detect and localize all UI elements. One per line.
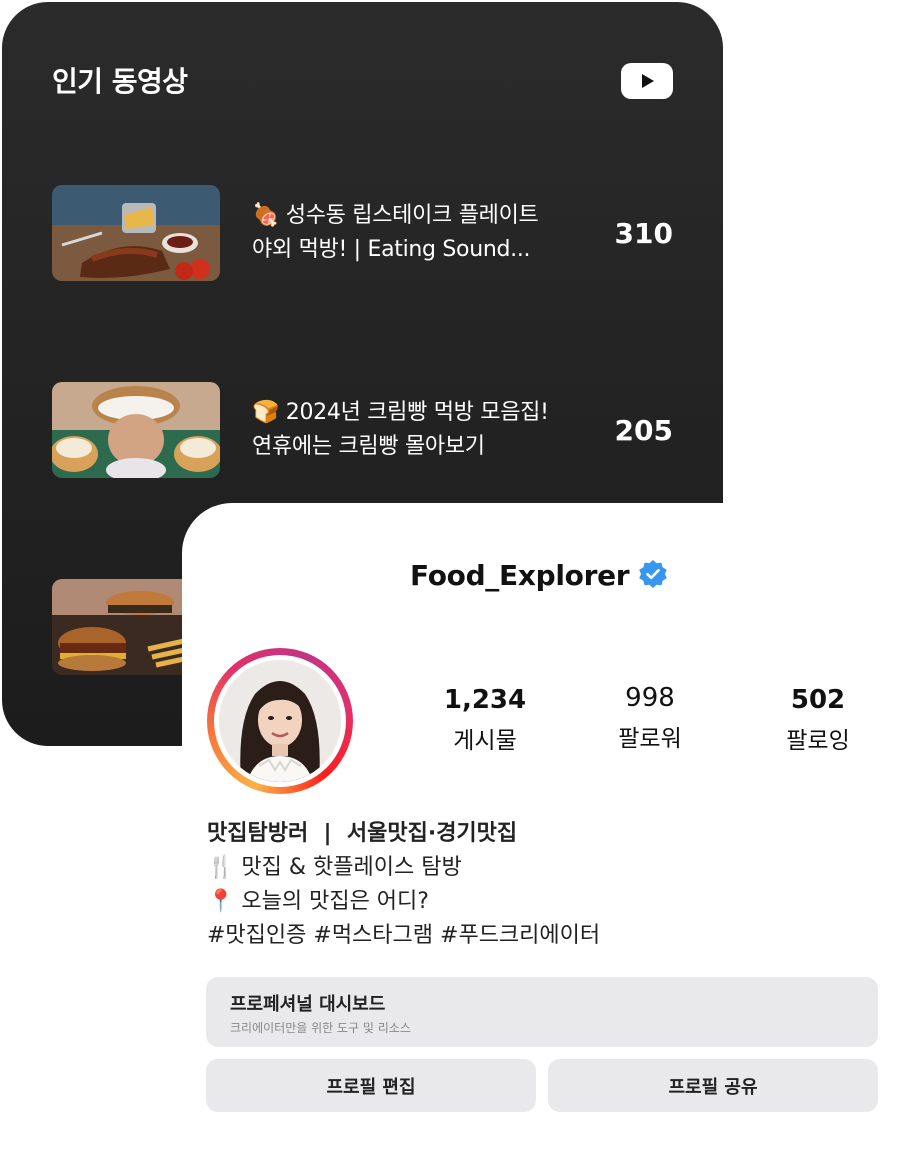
stat-posts[interactable]: 1,234 게시물 <box>410 685 560 755</box>
youtube-icon[interactable] <box>621 63 673 99</box>
dashboard-subtitle: 크리에이터만을 위한 도구 및 리소스 <box>230 1021 411 1035</box>
profile-bio: 맛집탐방러 | 서울맛집·경기맛집 🍴 맛집 & 핫플레이스 탐방 📍 오늘의 … <box>207 817 867 953</box>
stat-posts-label: 게시물 <box>453 728 517 754</box>
bio-headline: 맛집탐방러 | 서울맛집·경기맛집 <box>207 821 518 846</box>
profile-card: Food_Explorer 1,234 게시물 998 팔로워 502 팔로잉 … <box>182 503 901 1159</box>
video-item[interactable]: 🍞 2024년 크림빵 먹방 모음집! 연휴에는 크림빵 몰아보기 205 <box>2 382 723 478</box>
video-count: 310 <box>614 217 673 250</box>
stat-following[interactable]: 502 팔로잉 <box>743 685 893 755</box>
avatar[interactable] <box>219 660 341 782</box>
stat-followers[interactable]: 998 팔로워 <box>575 683 725 753</box>
professional-dashboard-button[interactable]: 프로페셔널 대시보드 크리에이터만을 위한 도구 및 리소스 <box>206 977 878 1047</box>
video-count: 205 <box>614 414 673 447</box>
share-profile-button[interactable]: 프로필 공유 <box>548 1059 878 1112</box>
stat-followers-label: 팔로워 <box>618 726 682 752</box>
avatar-story-ring[interactable] <box>207 648 353 794</box>
stat-following-value: 502 <box>790 685 846 715</box>
profile-username: Food_Explorer <box>410 559 630 592</box>
stat-followers-value: 998 <box>625 683 675 713</box>
video-title[interactable]: 🍞 2024년 크림빵 먹방 모음집! 연휴에는 크림빵 몰아보기 <box>252 396 592 464</box>
verified-badge-icon <box>639 560 667 588</box>
popular-videos-title: 인기 동영상 <box>52 65 188 98</box>
stat-posts-value: 1,234 <box>443 685 527 715</box>
video-thumbnail-ribs[interactable] <box>52 185 220 281</box>
video-title[interactable]: 🍖 성수동 립스테이크 플레이트 야외 먹방! | Eating Sound..… <box>252 199 592 267</box>
stat-following-label: 팔로잉 <box>786 728 850 754</box>
bio-hashtags[interactable]: #맛집인증 #먹스타그램 #푸드크리에이터 <box>207 919 867 953</box>
video-thumbnail-cream-bread[interactable] <box>52 382 220 478</box>
bio-line: 📍 오늘의 맛집은 어디? <box>207 889 429 914</box>
bio-line: 🍴 맛집 & 핫플레이스 탐방 <box>207 855 462 880</box>
video-item[interactable]: 🍖 성수동 립스테이크 플레이트 야외 먹방! | Eating Sound..… <box>2 185 723 281</box>
edit-profile-button[interactable]: 프로필 편집 <box>206 1059 536 1112</box>
dashboard-title: 프로페셔널 대시보드 <box>230 994 386 1015</box>
